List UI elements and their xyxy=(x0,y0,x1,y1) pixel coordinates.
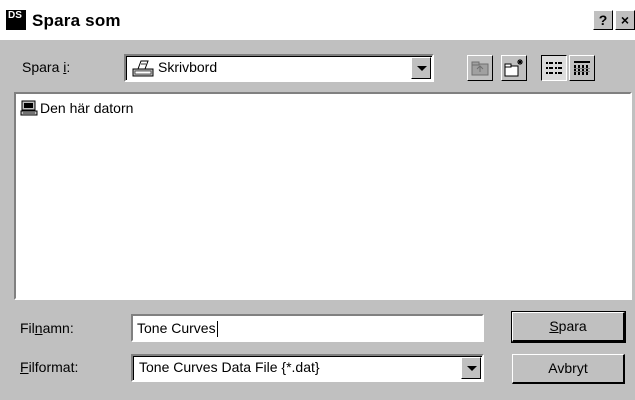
fileformat-value: Tone Curves Data File {*.dat} xyxy=(139,359,320,375)
save-as-dialog: DS Spara som ? × Spara i: Skrivbord Den … xyxy=(0,0,635,400)
cancel-button[interactable]: Avbryt xyxy=(512,354,625,384)
location-value: Skrivbord xyxy=(158,59,218,75)
location-dropdown-arrow-icon[interactable] xyxy=(411,57,431,79)
location-combobox[interactable]: Skrivbord xyxy=(124,54,434,82)
fileformat-dropdown-arrow-icon[interactable] xyxy=(461,357,481,379)
list-view-button[interactable] xyxy=(541,55,567,81)
file-list[interactable]: Den här datorn xyxy=(14,92,632,300)
title-bar[interactable]: DS Spara som ? × xyxy=(0,0,635,40)
text-caret xyxy=(216,321,218,338)
computer-icon xyxy=(20,100,38,116)
help-button[interactable]: ? xyxy=(593,10,613,30)
new-folder-button[interactable] xyxy=(501,55,527,81)
save-button[interactable]: Spara xyxy=(511,311,626,343)
fileformat-label: Filformat: xyxy=(20,359,79,375)
list-item[interactable]: Den här datorn xyxy=(20,100,133,116)
details-view-button[interactable] xyxy=(569,55,595,81)
window-title: Spara som xyxy=(32,11,121,30)
location-label: Spara i: xyxy=(22,59,71,75)
list-view-icon xyxy=(546,62,562,74)
details-view-icon xyxy=(574,61,590,75)
new-folder-icon xyxy=(504,59,523,77)
close-button[interactable]: × xyxy=(615,10,635,30)
filename-field[interactable]: Tone Curves xyxy=(131,314,484,342)
list-item-label: Den här datorn xyxy=(40,100,134,116)
fileformat-combobox[interactable]: Tone Curves Data File {*.dat} xyxy=(131,354,484,382)
app-icon: DS xyxy=(6,10,26,30)
up-folder-icon xyxy=(471,61,489,76)
filename-label: Filnamn: xyxy=(20,320,74,336)
desktop-icon xyxy=(132,58,154,78)
up-one-level-button[interactable] xyxy=(467,55,493,81)
